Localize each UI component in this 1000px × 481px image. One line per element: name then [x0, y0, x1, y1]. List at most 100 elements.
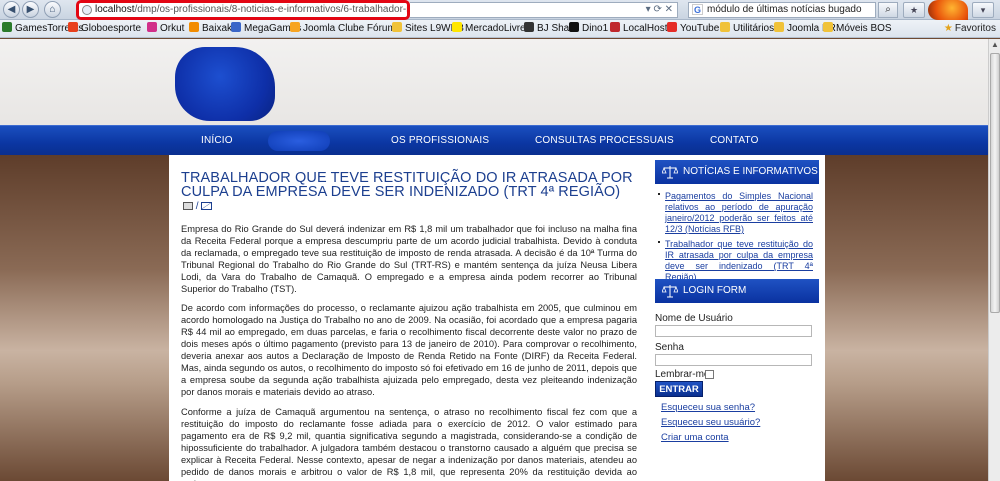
article-title: TRABALHADOR QUE TEVE RESTITUIÇÃO DO IR A… — [181, 170, 641, 200]
article-title-line-2: CULPA DA EMPRESA DEVE SER INDENIZADO (TR… — [181, 184, 621, 200]
bookmark-item[interactable]: YouTube — [667, 22, 719, 36]
bookmark-item[interactable]: Globoesporte — [68, 22, 141, 36]
bookmark-icon — [720, 22, 730, 32]
list-item: Trabalhador que teve restituição do IR a… — [658, 239, 813, 283]
search-engine-icon: G — [692, 4, 703, 15]
bookmark-icon — [823, 22, 833, 32]
sidebar: NOTÍCIAS E INFORMATIVOS Pagamentos do Si… — [647, 155, 825, 481]
article-title-line-1: TRABALHADOR QUE TEVE RESTITUIÇÃO DO IR A… — [181, 170, 633, 186]
bookmark-icon — [189, 22, 199, 32]
scales-of-justice-icon — [662, 285, 678, 298]
bookmark-item[interactable]: Orkut — [147, 22, 184, 36]
bookmark-icon — [290, 22, 300, 32]
bookmark-label: Orkut — [160, 23, 185, 34]
bookmark-icon — [392, 22, 402, 32]
bookmark-label: MercadoLivre — [465, 23, 526, 34]
menu-icon[interactable]: ▾ — [972, 2, 994, 18]
bookmark-label: Globoesporte — [81, 23, 142, 34]
login-button[interactable]: ENTRAR — [655, 381, 703, 397]
bookmark-item[interactable]: Dino1 — [569, 22, 608, 36]
remember-checkbox[interactable] — [705, 370, 714, 379]
article-paragraph: Conforme a juíza de Camaquã argumentou n… — [181, 407, 637, 481]
vertical-scrollbar[interactable]: ▲ — [988, 39, 1000, 481]
main-menu: INÍCIO OS PROFISSIONAIS CONSULTAS PROCES… — [0, 125, 1000, 155]
remember-label: Lembrar-me — [655, 369, 710, 380]
favorites-star-icon: ★ — [943, 23, 953, 34]
forward-button[interactable]: ▶ — [22, 1, 39, 18]
bookmark-icon — [774, 22, 784, 32]
firefox-logo-icon — [928, 0, 968, 20]
star-icon[interactable]: ★ — [903, 2, 925, 18]
bookmark-label: Móveis BOS — [836, 23, 892, 34]
bookmark-item[interactable]: LocalHost — [610, 22, 667, 36]
bookmark-icon — [231, 22, 241, 32]
password-field[interactable] — [655, 354, 812, 366]
username-label: Nome de Usuário — [655, 313, 733, 324]
menu-item-consultas[interactable]: CONSULTAS PROCESSUAIS — [535, 135, 674, 146]
scales-of-justice-icon — [662, 166, 678, 179]
bookmark-item[interactable]: Joomla Clube Fórum — [290, 22, 396, 36]
bookmark-icon — [667, 22, 677, 32]
bookmark-item[interactable]: Baixaki — [189, 22, 234, 36]
browser-toolbar: ◀ ▶ ⌂ localhost/dmp/os-profissionais/8-n… — [0, 0, 1000, 20]
site-logo[interactable] — [175, 47, 275, 121]
bookmark-label: Dino1 — [582, 23, 609, 34]
menu-item-inicio[interactable]: INÍCIO — [201, 135, 233, 146]
menu-item-redacted[interactable] — [268, 131, 330, 151]
bookmark-item[interactable]: Móveis BOS — [823, 22, 892, 36]
bookmarks-bar: GamesTorrents Globoesporte Orkut Baixaki Meg… — [0, 20, 1000, 38]
url-path: /dmp/os-profissionais/8-noticias-e-infor… — [134, 4, 409, 15]
bookmark-icon — [147, 22, 157, 32]
bookmark-icon — [524, 22, 534, 32]
favorites-button[interactable]: ★ Favoritos — [944, 22, 996, 36]
bookmark-icon — [452, 22, 462, 32]
web-page: INÍCIO OS PROFISSIONAIS CONSULTAS PROCES… — [0, 39, 1000, 481]
search-button[interactable]: ⌕ — [878, 2, 898, 18]
article-paragraph: Empresa do Rio Grande do Sul deverá inde… — [181, 224, 637, 294]
menu-item-contato[interactable]: CONTATO — [710, 135, 759, 146]
address-bar[interactable]: localhost/dmp/os-profissionais/8-noticia… — [76, 0, 410, 20]
tools-separator: / — [195, 201, 199, 212]
bookmark-icon — [610, 22, 620, 32]
article-container: TRABALHADOR QUE TEVE RESTITUIÇÃO DO IR A… — [169, 155, 647, 481]
scroll-up-icon[interactable]: ▲ — [990, 39, 1000, 51]
news-link[interactable]: Pagamentos do Simples Nacional relativos… — [665, 191, 813, 234]
search-input[interactable]: G módulo de últimas notícias bugado — [688, 2, 876, 18]
site-header — [0, 39, 1000, 125]
home-icon[interactable]: ⌂ — [44, 1, 61, 18]
bookmark-label: YouTube — [680, 23, 720, 34]
login-module-title: LOGIN FORM — [683, 285, 747, 296]
bookmark-icon — [569, 22, 579, 32]
globe-icon — [82, 5, 92, 15]
bookmark-item[interactable]: MercadoLivre — [452, 22, 526, 36]
username-field[interactable] — [655, 325, 812, 337]
article-tools: / — [183, 201, 213, 212]
login-module-header: LOGIN FORM — [655, 279, 819, 303]
news-list: Pagamentos do Simples Nacional relativos… — [658, 191, 813, 287]
forgot-username-link[interactable]: Esqueceu seu usuário? — [661, 417, 760, 428]
bookmark-label: Joomla Clube Fórum — [303, 23, 396, 34]
list-item: Pagamentos do Simples Nacional relativos… — [658, 191, 813, 235]
bookmark-label: Baixaki — [202, 23, 235, 34]
email-icon[interactable] — [201, 202, 213, 210]
password-label: Senha — [655, 342, 684, 353]
news-module-title: NOTÍCIAS E INFORMATIVOS — [683, 166, 818, 177]
print-icon[interactable] — [183, 202, 193, 210]
article-paragraph: De acordo com informações do processo, o… — [181, 303, 637, 397]
news-link[interactable]: Trabalhador que teve restituição do IR a… — [665, 239, 813, 282]
bookmark-label: LocalHost — [623, 23, 668, 34]
bookmark-label: Utilitários — [733, 23, 775, 34]
bookmark-item[interactable]: Utilitários — [720, 22, 774, 36]
bookmark-icon — [2, 22, 12, 32]
refresh-icon[interactable]: ▾ ⟳ ✕ — [646, 3, 673, 17]
bookmark-icon — [68, 22, 78, 32]
forgot-password-link[interactable]: Esqueceu sua senha? — [661, 402, 755, 413]
url-host: localhost — [95, 4, 135, 15]
favorites-label: Favoritos — [954, 23, 996, 34]
news-module-header: NOTÍCIAS E INFORMATIVOS — [655, 160, 819, 184]
create-account-link[interactable]: Criar uma conta — [661, 432, 729, 443]
menu-item-profissionais[interactable]: OS PROFISSIONAIS — [391, 135, 489, 146]
back-button[interactable]: ◀ — [3, 1, 20, 18]
scroll-thumb[interactable] — [990, 53, 1000, 313]
address-bar-extension[interactable]: ▾ ⟳ ✕ — [410, 2, 678, 18]
